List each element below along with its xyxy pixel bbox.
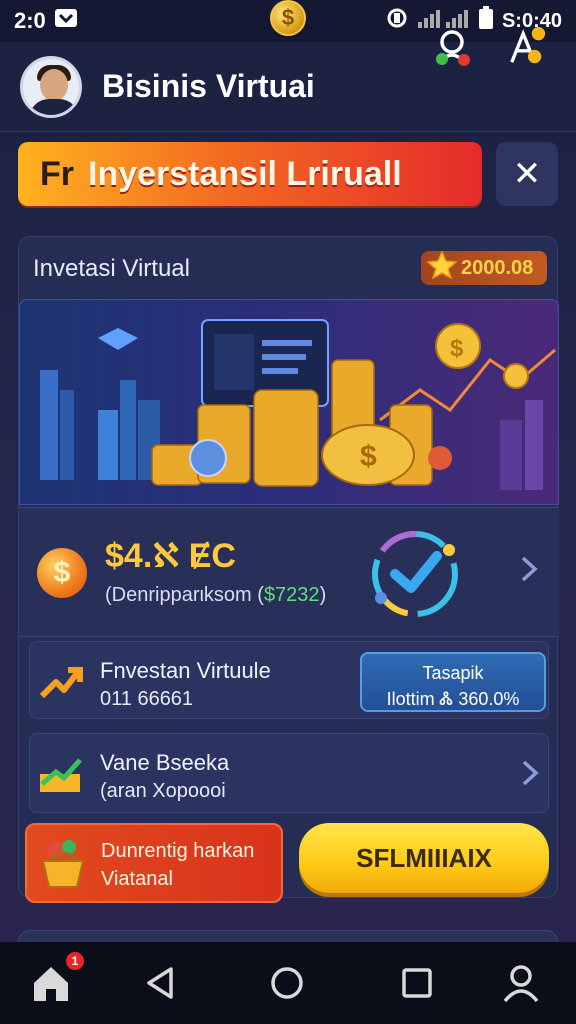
banner-prefix: Fr — [40, 154, 74, 193]
app-header: Bisinis Virtuai — [0, 42, 576, 132]
notification-badge: 1 — [66, 952, 84, 970]
svg-text:$: $ — [450, 335, 464, 362]
coin-icon: $ — [270, 0, 306, 36]
return-label: Tasapik — [422, 663, 484, 683]
chevron-right-icon[interactable] — [519, 554, 539, 592]
promo-banner[interactable]: Fr Inyerstansil Lriruall — [18, 142, 482, 206]
balance-amount: $4.ℵ ɆC — [105, 537, 236, 575]
investment-row[interactable]: Fnvestan Virtuule 011 66661 Tasapik Ilot… — [29, 641, 549, 719]
banner-text: Inyerstansil Lriruall — [88, 154, 402, 193]
points-value: 2000.08 — [461, 256, 534, 279]
navigation-bar — [0, 942, 576, 1024]
notification-icon — [54, 8, 78, 34]
chevron-right-icon[interactable] — [520, 758, 540, 796]
balance-sub-label: (Denripparιksom ( — [105, 584, 264, 606]
investment-title: Fnvestan Virtuule — [100, 658, 271, 683]
promo-button[interactable]: Dunrentig harkan Viatanal — [25, 823, 283, 903]
cta-button[interactable]: SFLMIIIAIX — [299, 823, 549, 893]
close-button[interactable]: ✕ — [496, 142, 558, 206]
action-buttons: Dunrentig harkan Viatanal SFLMIIIAIX — [25, 823, 553, 903]
balance-sub: (Denripparιksom ($7232) — [105, 584, 326, 607]
dollar-coin-icon: $ — [37, 548, 87, 598]
points-badge: 2000.08 — [421, 250, 547, 285]
user-search-icon[interactable] — [432, 26, 474, 68]
balance-sub-value: $7232 — [263, 584, 320, 606]
battery-icon — [478, 6, 494, 36]
status-time: 2:0 — [14, 8, 46, 33]
investment-card: Invetasi Virtual 2000.08 $ $ $ $4.ℵ ɆC (… — [18, 236, 559, 903]
return-badge[interactable]: Tasapik Ilottim Ꮬ 360.0% — [360, 652, 546, 712]
home-circle-icon[interactable] — [264, 960, 310, 1006]
hero-illustration: $ $ — [19, 299, 559, 505]
gift-basket-icon — [39, 839, 87, 891]
return-value: Ilottim Ꮬ 360.0% — [386, 689, 520, 709]
value-sub: (aran Xopoooi — [100, 780, 226, 802]
app-title: Bisinis Virtuai — [102, 68, 315, 104]
promo-line1: Dunrentig harkan — [101, 840, 255, 862]
translate-icon[interactable] — [506, 26, 548, 68]
balance-sub-close: ) — [319, 584, 327, 606]
trend-up-icon — [38, 660, 84, 702]
chart-up-icon — [38, 754, 84, 796]
vibrate-icon — [386, 6, 408, 36]
recents-icon[interactable] — [394, 960, 440, 1006]
value-title: Vane Bseeka — [100, 750, 230, 775]
avatar[interactable] — [20, 55, 82, 118]
card-title: Invetasi Virtual — [33, 255, 190, 282]
profile-icon[interactable] — [498, 960, 544, 1006]
investment-sub: 011 66661 — [100, 688, 194, 710]
star-icon — [426, 250, 458, 285]
home-icon[interactable] — [28, 960, 74, 1006]
value-row[interactable]: Vane Bseeka (aran Xopoooi — [29, 733, 549, 813]
check-progress-icon — [367, 526, 463, 622]
promo-line2: Viatanal — [101, 868, 173, 890]
balance-row[interactable]: $ $4.ℵ ɆC (Denripparιksom ($7232) — [19, 507, 559, 637]
back-icon[interactable] — [138, 960, 184, 1006]
svg-text:$: $ — [360, 440, 377, 473]
